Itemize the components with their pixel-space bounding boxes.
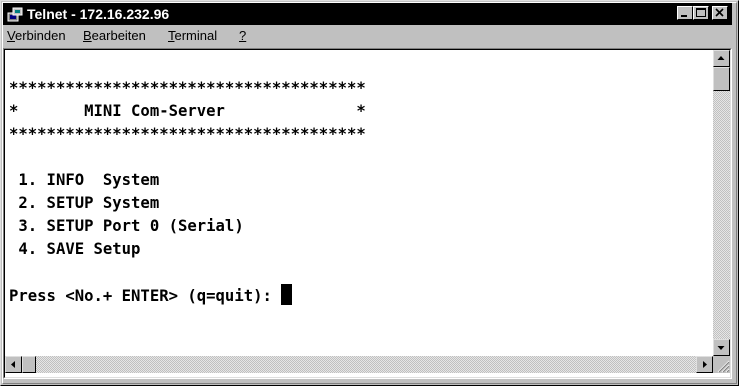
- close-button[interactable]: [712, 6, 728, 20]
- terminal-screen[interactable]: ************************************** *…: [5, 50, 713, 356]
- menu-bearbeiten-accel: B: [83, 28, 92, 43]
- vertical-scrollbar[interactable]: [713, 50, 730, 356]
- vertical-scroll-thumb[interactable]: [713, 67, 730, 91]
- terminal-frame: ************************************** *…: [3, 48, 732, 379]
- close-icon: [715, 8, 724, 17]
- menu-verbinden[interactable]: Verbinden: [7, 28, 66, 44]
- menu-help-label: ?: [239, 28, 247, 43]
- menu-verbinden-accel: V: [7, 28, 15, 43]
- menu-verbinden-rest: erbinden: [14, 28, 66, 43]
- scroll-right-button[interactable]: [696, 356, 713, 373]
- menu-terminal-rest: erminal: [174, 28, 218, 43]
- window-title: Telnet - 172.16.232.96: [27, 6, 170, 22]
- terminal-line-4: **************************************: [9, 125, 366, 143]
- block-cursor: [281, 284, 293, 305]
- terminal-prompt: Press <No.+ ENTER> (q=quit):: [9, 287, 282, 305]
- terminal-line-8: 3. SETUP Port 0 (Serial): [9, 217, 244, 235]
- menu-bearbeiten[interactable]: Bearbeiten: [83, 28, 146, 44]
- terminal-line-7: 2. SETUP System: [9, 194, 160, 212]
- maximize-icon: [696, 8, 706, 17]
- terminal-prompt-line: Press <No.+ ENTER> (q=quit):: [9, 284, 293, 308]
- menu-bearbeiten-rest: earbeiten: [91, 28, 146, 43]
- terminal-frame-inner: ************************************** *…: [4, 49, 731, 378]
- terminal-line-6: 1. INFO System: [9, 171, 160, 189]
- arrow-down-icon: [717, 346, 725, 350]
- size-grip[interactable]: [713, 356, 730, 373]
- resize-grip-icon: [717, 360, 730, 373]
- arrow-left-icon: [11, 361, 15, 368]
- arrow-up-icon: [717, 56, 725, 60]
- horizontal-scrollbar[interactable]: [5, 356, 713, 373]
- minimize-icon: [681, 15, 687, 17]
- telnet-window: Telnet - 172.16.232.96 Verbinden Bearbei…: [0, 0, 739, 386]
- title-bar[interactable]: Telnet - 172.16.232.96: [3, 3, 732, 25]
- minimize-button[interactable]: [677, 6, 693, 20]
- scroll-down-button[interactable]: [713, 339, 730, 356]
- terminal-line-2: **************************************: [9, 79, 366, 97]
- scroll-left-button[interactable]: [5, 356, 22, 373]
- telnet-terminal-icon[interactable]: [7, 6, 23, 22]
- scroll-up-button[interactable]: [713, 50, 730, 67]
- menu-help[interactable]: ?: [239, 28, 246, 44]
- terminal-line-9: 4. SAVE Setup: [9, 240, 141, 258]
- arrow-right-icon: [703, 361, 707, 368]
- menu-terminal[interactable]: Terminal: [168, 28, 217, 44]
- terminal-line-3: * MINI Com-Server *: [9, 102, 366, 120]
- maximize-button[interactable]: [693, 6, 709, 20]
- horizontal-scroll-thumb[interactable]: [22, 356, 36, 373]
- menu-bar: Verbinden Bearbeiten Terminal ?: [3, 27, 732, 45]
